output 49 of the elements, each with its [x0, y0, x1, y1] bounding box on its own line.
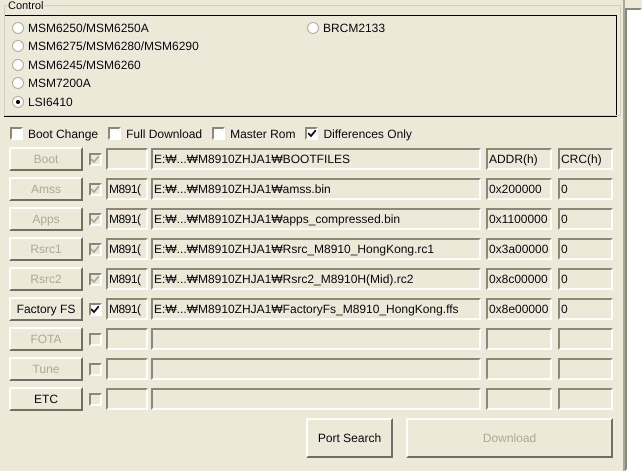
image-button[interactable]: Factory FS — [9, 297, 83, 321]
address-field[interactable]: 0x8e00000 — [486, 298, 552, 320]
crc-field[interactable] — [558, 358, 613, 380]
short-field[interactable] — [106, 388, 148, 410]
radio-label: MSM7200A — [28, 75, 91, 92]
option-label: Full Download — [126, 126, 202, 142]
path-field[interactable] — [151, 388, 481, 410]
address-field[interactable] — [486, 388, 552, 410]
address-field[interactable] — [486, 328, 552, 350]
radio-button[interactable] — [12, 22, 24, 34]
checkmark-icon — [91, 186, 99, 192]
option-checkbox[interactable] — [108, 127, 122, 140]
checkmark-icon — [91, 246, 99, 252]
group-title: Control — [7, 0, 44, 12]
option-checkbox[interactable] — [10, 127, 23, 140]
action-button[interactable]: Port Search — [306, 418, 393, 458]
short-field[interactable] — [106, 148, 148, 170]
checkmark-icon — [91, 276, 99, 282]
checkmark-icon — [91, 306, 99, 312]
short-field[interactable] — [106, 358, 148, 380]
radio-label: MSM6250/MSM6250A — [28, 20, 149, 36]
radio-button[interactable] — [12, 40, 24, 52]
crc-field[interactable]: 0 — [558, 298, 613, 320]
radio-label: LSI6410 — [28, 94, 73, 111]
checkmark-icon — [91, 216, 99, 222]
crc-field[interactable] — [558, 328, 613, 350]
radio-label: MSM6275/MSM6280/MSM6290 — [28, 38, 199, 56]
option-label: Boot Change — [28, 126, 98, 142]
radio-button[interactable] — [12, 58, 24, 71]
option-checkbox[interactable] — [305, 127, 318, 140]
path-field[interactable]: E:₩...₩M8910ZHJA1₩FactoryFs_M8910_HongKong.ffs — [151, 298, 481, 320]
checkmark-icon — [91, 156, 99, 162]
radio-button[interactable] — [12, 96, 24, 108]
crc-field[interactable] — [558, 388, 613, 410]
option-checkbox[interactable] — [212, 127, 226, 140]
radio-label: BRCM2133 — [323, 20, 386, 36]
row-checkbox[interactable] — [88, 302, 102, 316]
radio-button[interactable] — [307, 22, 319, 34]
short-field[interactable] — [106, 328, 148, 350]
radio-button[interactable] — [12, 77, 24, 90]
short-field[interactable]: M891( — [106, 298, 148, 320]
option-label: Differences Only — [323, 126, 412, 142]
path-field[interactable] — [151, 358, 481, 380]
option-label: Master Rom — [230, 126, 296, 142]
address-field[interactable] — [486, 358, 552, 380]
checkmark-icon — [308, 130, 316, 137]
radio-label: MSM6245/MSM6260 — [28, 56, 141, 74]
image-button[interactable]: ETC — [9, 387, 83, 411]
path-field[interactable] — [151, 328, 481, 350]
